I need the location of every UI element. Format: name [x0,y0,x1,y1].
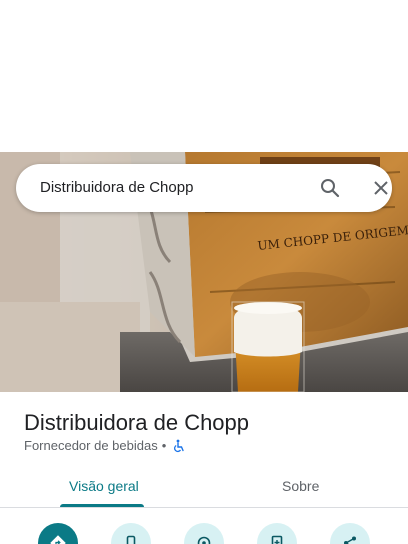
place-title: Distribuidora de Chopp [24,410,250,435]
phone-icon [126,535,136,544]
save-icon [271,535,283,544]
action-bar [0,520,408,544]
location-icon [197,536,211,544]
search-icon[interactable] [318,176,342,200]
wheelchair-icon [174,439,184,452]
directions-icon [50,535,66,544]
close-icon[interactable] [369,176,393,200]
save-button[interactable] [257,523,297,544]
separator-dot: • [161,438,167,453]
directions-button[interactable] [38,523,78,544]
call-button[interactable] [111,523,151,544]
search-input[interactable]: Distribuidora de Chopp [40,179,193,196]
place-category: Fornecedor de bebidas [24,438,158,453]
nearby-button[interactable] [184,523,224,544]
tab-overview[interactable]: Visão geral [69,478,139,494]
share-button[interactable] [330,523,370,544]
search-bar[interactable]: Distribuidora de Chopp [16,164,392,212]
place-subtitle: Fornecedor de bebidas • [24,438,186,453]
tab-about[interactable]: Sobre [282,478,319,494]
place-tabs: Visão geral Sobre [0,468,408,508]
place-page: UM CHOPP DE ORIGEM Distribuidora de Chop… [0,0,408,544]
tab-indicator [60,504,144,507]
share-icon [344,536,356,544]
